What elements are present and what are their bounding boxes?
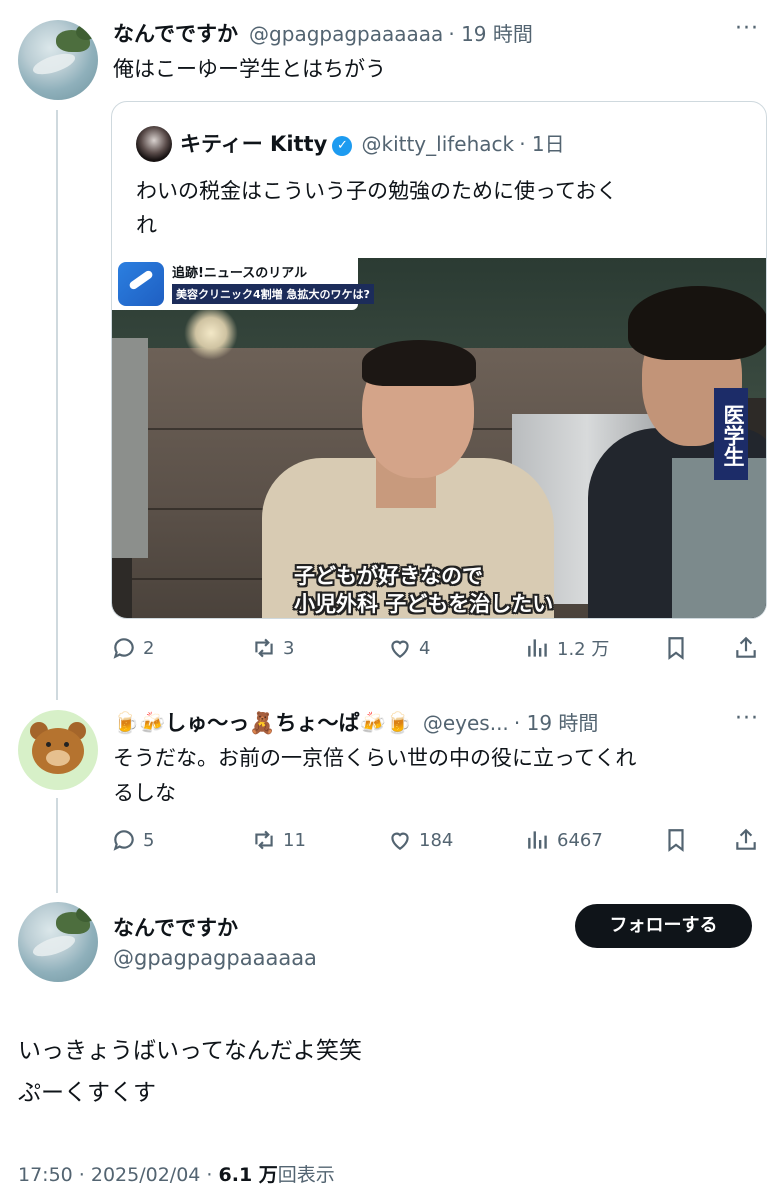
share-button[interactable] [733, 630, 759, 666]
verified-icon: ✓ [332, 136, 353, 156]
tweet-text-line: そうだな。お前の一京倍くらい世の中の役に立ってくれ [113, 746, 637, 770]
views-label: 回表示 [277, 1164, 335, 1186]
like-button[interactable]: 4 [387, 630, 430, 666]
bookmark-icon [668, 637, 684, 660]
action-bar: 2 3 4 1.2 万 [111, 630, 767, 666]
video-subtitle: 小児外科 子どもを治したい [294, 592, 554, 616]
avatar[interactable] [18, 902, 98, 982]
reply-count: 5 [143, 829, 155, 851]
reply-icon [113, 638, 134, 659]
follow-button[interactable]: フォローする [575, 904, 752, 948]
reply-icon [113, 830, 134, 851]
quote-display-name[interactable]: キティー Kitty [180, 132, 327, 156]
video-thumbnail[interactable]: 追跡!ニュースのリアル 美容クリニック4割増 急拡大のワケは? 医学生 子どもが… [112, 258, 766, 618]
like-icon [391, 832, 409, 850]
timestamp[interactable]: · 19 時間 [448, 22, 533, 46]
news-logo-icon [118, 262, 164, 306]
bookmark-button[interactable] [663, 822, 689, 858]
like-icon [391, 640, 409, 658]
main-tweet-text: いっきょうばいってなんだよ笑笑 ぷーくすくす [18, 1030, 362, 1114]
quote-header: キティー Kitty ✓ @kitty_lifehack · 1日 [180, 128, 565, 158]
reply-count: 2 [143, 637, 155, 659]
views-icon [528, 831, 547, 849]
banner-title: 追跡!ニュースのリアル [172, 266, 308, 281]
tweet-header: なんでですか @gpagpagpaaaaaa · 19 時間 [113, 18, 533, 48]
views-count: 1.2 万 [557, 639, 610, 660]
repost-count: 11 [283, 829, 306, 851]
reply-button[interactable]: 5 [111, 822, 154, 858]
quote-timestamp[interactable]: · 1日 [519, 132, 564, 156]
news-banner: 追跡!ニュースのリアル 美容クリニック4割増 急拡大のワケは? [112, 258, 374, 310]
repost-button[interactable]: 3 [251, 630, 294, 666]
handle[interactable]: @gpagpagpaaaaaa [249, 22, 443, 46]
views-count: 6467 [557, 829, 603, 851]
banner-subtitle: 美容クリニック4割増 急拡大のワケは? [172, 284, 374, 304]
share-icon [736, 828, 756, 850]
action-bar: 5 11 184 6467 [111, 822, 767, 858]
display-name[interactable]: 🍺🍻しゅ〜っ🧸ちょ〜ぱ🍻🍺 [113, 711, 412, 735]
like-button[interactable]: 184 [387, 822, 453, 858]
repost-count: 3 [283, 637, 295, 659]
main-text-line: ぷーくすくす [18, 1080, 156, 1106]
handle[interactable]: @gpagpagpaaaaaa [113, 946, 317, 970]
like-count: 4 [419, 637, 431, 659]
quote-text-line: れ [136, 213, 157, 237]
quote-avatar[interactable] [136, 126, 172, 162]
timestamp[interactable]: · 19 時間 [514, 711, 599, 735]
display-name[interactable]: なんでですか [113, 912, 238, 942]
tweet-text-line: るしな [113, 781, 176, 805]
timestamp[interactable]: 17:50 · 2025/02/04 · [18, 1164, 219, 1186]
share-button[interactable] [733, 822, 759, 858]
quote-handle[interactable]: @kitty_lifehack [361, 132, 514, 156]
tweet-header: 🍺🍻しゅ〜っ🧸ちょ〜ぱ🍻🍺 @eyes... · 19 時間 [113, 707, 598, 737]
bookmark-button[interactable] [663, 630, 689, 666]
display-name[interactable]: なんでですか [113, 22, 238, 46]
repost-icon [255, 830, 273, 850]
views-count: 6.1 万 [218, 1164, 278, 1186]
views-button[interactable]: 1.2 万 [525, 630, 609, 666]
avatar[interactable] [18, 20, 98, 100]
thread-line-2 [56, 798, 58, 893]
avatar[interactable] [18, 710, 98, 790]
views-icon [528, 639, 547, 657]
quote-text-line: わいの税金はこういう子の勉強のために使っておく [136, 179, 618, 203]
more-icon[interactable]: ··· [735, 16, 759, 41]
tweet-text: 俺はこーゆー学生とはちがう [113, 57, 386, 81]
video-subtitle: 子どもが好きなので [294, 564, 483, 588]
handle[interactable]: @eyes... [423, 711, 509, 735]
tweet-meta: 17:50 · 2025/02/04 · 6.1 万回表示 [18, 1160, 335, 1187]
share-icon [736, 636, 756, 658]
like-count: 184 [419, 829, 454, 851]
bookmark-icon [668, 829, 684, 852]
reply-button[interactable]: 2 [111, 630, 154, 666]
caption-tag: 医学生 [714, 388, 748, 480]
repost-icon [255, 638, 273, 658]
quote-tweet-card[interactable]: キティー Kitty ✓ @kitty_lifehack · 1日 わいの税金は… [111, 101, 767, 619]
thread-line-1 [56, 110, 58, 700]
more-icon[interactable]: ··· [735, 706, 759, 731]
main-text-line: いっきょうばいってなんだよ笑笑 [18, 1038, 362, 1064]
repost-button[interactable]: 11 [251, 822, 306, 858]
views-button[interactable]: 6467 [525, 822, 603, 858]
